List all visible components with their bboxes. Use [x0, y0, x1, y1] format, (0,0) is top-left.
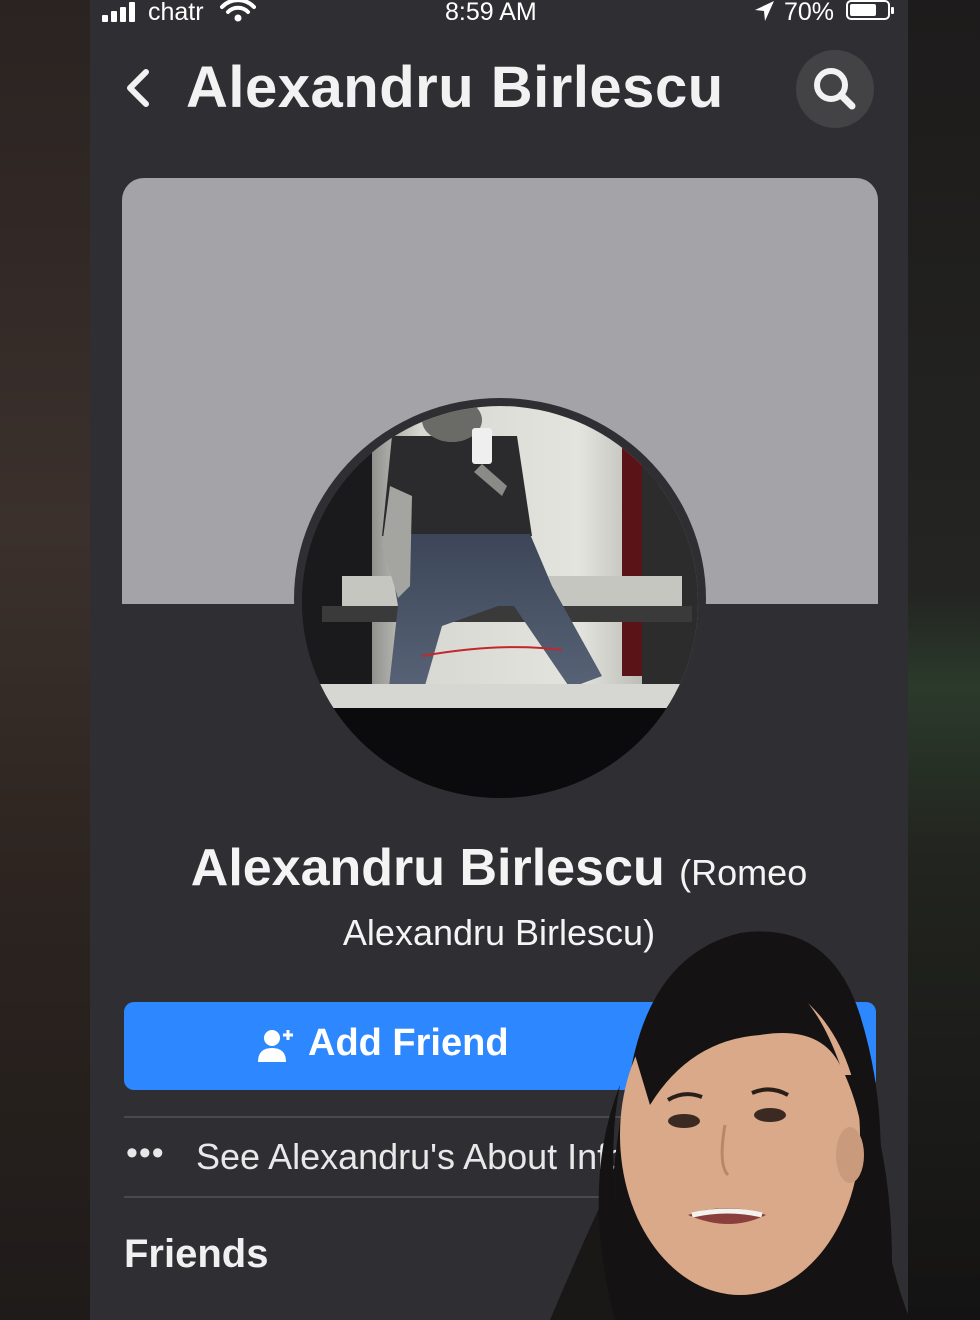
- blurred-background-right: [908, 0, 980, 1320]
- carrier-name: chatr: [148, 0, 204, 26]
- status-time: 8:59 AM: [445, 0, 537, 26]
- more-icon: •••: [126, 1134, 165, 1172]
- friends-section-title: Friends: [124, 1232, 269, 1276]
- profile-name-primary: Alexandru Birlescu: [190, 839, 665, 897]
- search-icon: [814, 68, 856, 110]
- profile-picture[interactable]: [302, 406, 698, 798]
- video-overlay-person: [550, 931, 910, 1320]
- search-button[interactable]: [796, 50, 874, 128]
- status-bar: chatr 8:59 AM 70%: [90, 0, 908, 26]
- back-button[interactable]: [120, 66, 156, 110]
- profile-alternate-name-part1: (Romeo: [679, 852, 808, 893]
- wifi-icon: [220, 0, 256, 22]
- battery-icon: [846, 0, 894, 20]
- profile-name: Alexandru Birlescu (Romeo: [90, 838, 908, 898]
- battery-percent: 70%: [784, 0, 835, 26]
- cellular-signal-icon: [102, 2, 142, 22]
- page-title: Alexandru Birlescu: [186, 55, 724, 120]
- location-arrow-icon: [755, 1, 774, 21]
- add-person-icon: [258, 1030, 293, 1062]
- blurred-background-left: [0, 0, 92, 1320]
- profile-photo-image: [302, 406, 698, 798]
